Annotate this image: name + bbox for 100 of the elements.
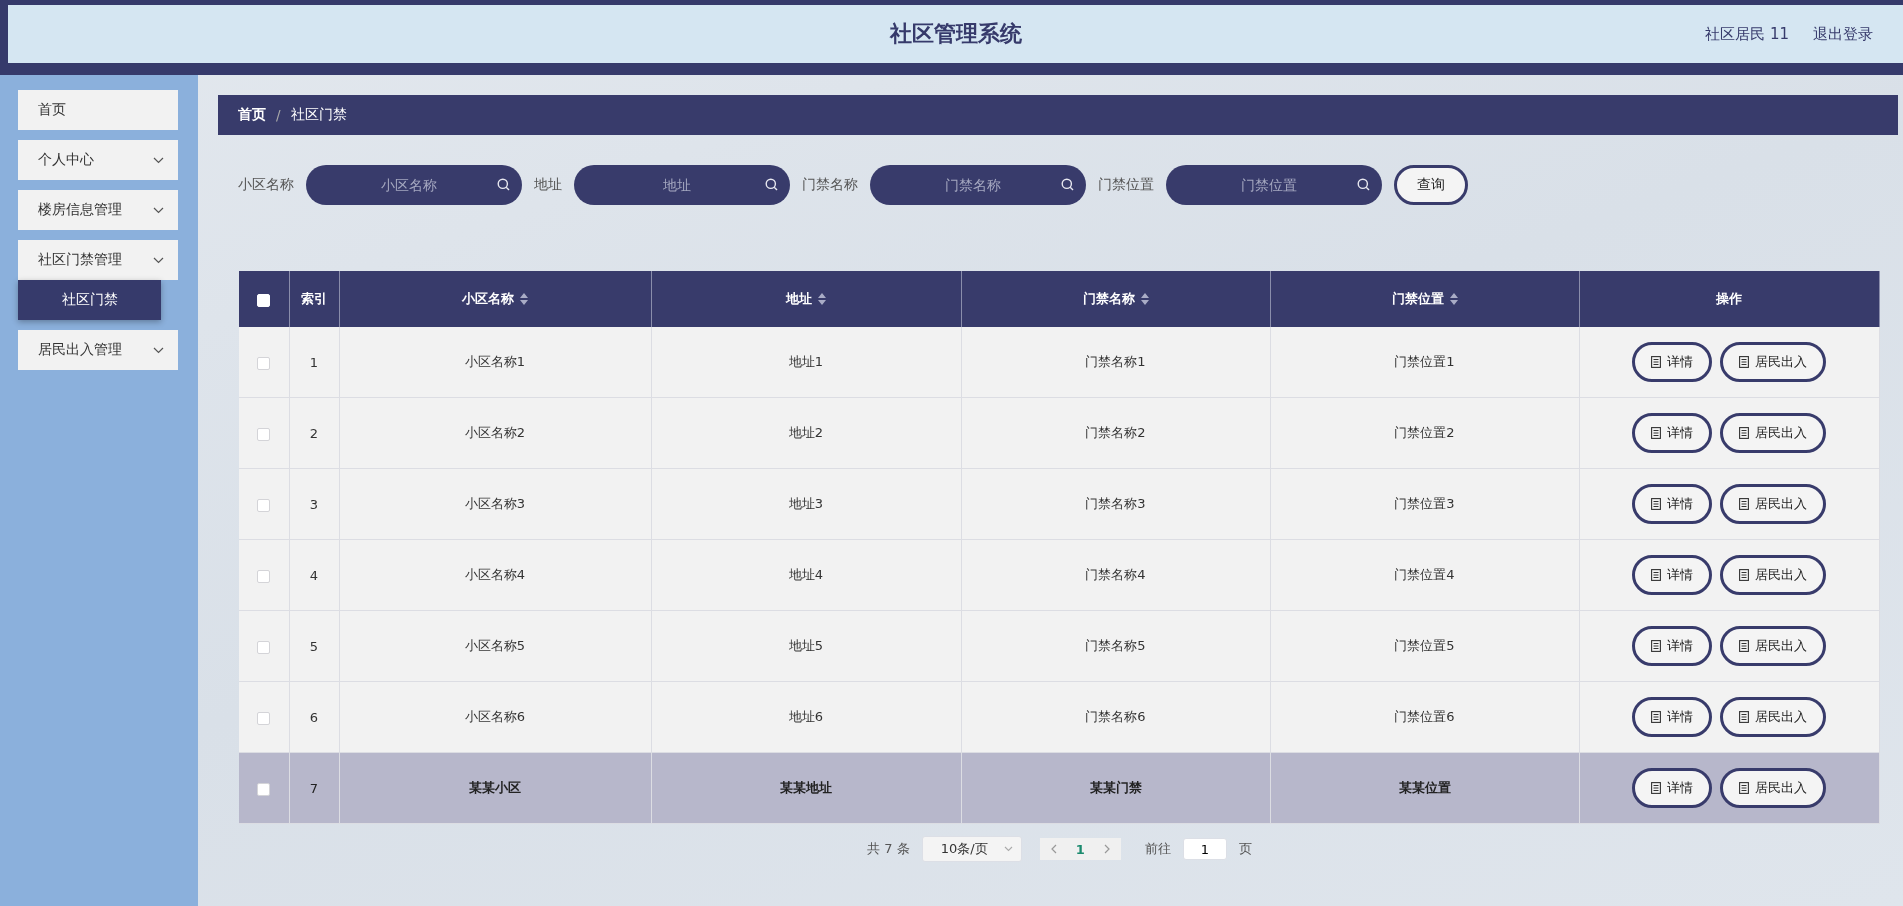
breadcrumb-item[interactable]: 社区门禁 [290, 106, 347, 124]
document-icon [1739, 569, 1750, 581]
search-field[interactable]: 地址 [574, 165, 790, 205]
table-cell: 1 [289, 327, 339, 398]
menu-item[interactable]: 社区门禁管理 [18, 240, 178, 280]
column-header: 索引 [301, 290, 327, 308]
action-button[interactable]: 详情 [1632, 626, 1713, 666]
table-cell: 地址1 [651, 327, 961, 398]
sort-icon[interactable] [1140, 293, 1149, 305]
page-number[interactable]: 1 [1075, 841, 1085, 857]
action-button[interactable]: 详情 [1632, 768, 1713, 808]
action-button[interactable]: 居民出入 [1720, 555, 1827, 595]
table-cell: 门禁位置5 [1270, 610, 1579, 682]
sort-icon[interactable] [520, 293, 528, 305]
document-icon [1739, 711, 1750, 723]
table-cell: 小区名称2 [339, 397, 651, 469]
table-cell: 6 [289, 681, 339, 753]
document-icon [1651, 711, 1662, 723]
search-field[interactable]: 门禁位置 [1166, 165, 1382, 205]
search-label: 小区名称 [238, 176, 294, 194]
action-button[interactable]: 居民出入 [1720, 697, 1827, 737]
menu-item[interactable]: 个人中心 [18, 140, 178, 180]
document-icon [1651, 356, 1662, 368]
document-icon [1739, 640, 1750, 652]
search-icon [1061, 178, 1074, 191]
table-cell: 门禁名称1 [961, 327, 1270, 398]
table-cell: 地址2 [651, 397, 961, 469]
search-field[interactable]: 小区名称 [306, 165, 522, 205]
sort-icon[interactable] [818, 293, 826, 305]
table-cell: 2 [289, 397, 339, 469]
table-cell: 门禁名称2 [961, 397, 1270, 469]
table-cell: 小区名称3 [339, 468, 651, 540]
menu-label: 居民出入管理 [38, 341, 122, 359]
menu-label: 个人中心 [38, 151, 94, 169]
row-checkbox[interactable] [257, 640, 271, 654]
document-icon [1739, 498, 1750, 510]
search-button[interactable]: 查询 [1394, 165, 1468, 205]
breadcrumb-item[interactable]: 首页 [238, 106, 266, 124]
column-header: 地址 [786, 290, 812, 308]
next-page-icon[interactable] [1102, 844, 1111, 854]
document-icon [1651, 782, 1662, 794]
column-header: 小区名称 [462, 290, 514, 308]
table-cell: 门禁位置6 [1270, 681, 1579, 753]
column-header: 门禁位置 [1391, 290, 1444, 308]
table-cell: 小区名称4 [339, 539, 651, 611]
action-button[interactable]: 详情 [1632, 342, 1713, 382]
table-cell: 某某小区 [339, 752, 651, 824]
breadcrumb-separator: / [276, 107, 281, 123]
menu-item[interactable]: 首页 [18, 90, 178, 130]
goto-page-field[interactable]: 1 [1182, 838, 1227, 860]
row-checkbox[interactable] [257, 782, 271, 796]
page-size-select[interactable]: 10条/页 [921, 836, 1022, 862]
document-icon [1651, 427, 1662, 439]
submenu-item[interactable]: 社区门禁 [18, 280, 161, 320]
action-button[interactable]: 居民出入 [1720, 484, 1827, 524]
column-header: 门禁名称 [1082, 290, 1135, 308]
table-cell: 某某位置 [1270, 752, 1579, 824]
previous-page-icon[interactable] [1049, 844, 1058, 854]
action-button[interactable]: 居民出入 [1720, 626, 1827, 666]
chevron-icon [153, 206, 164, 214]
action-button[interactable]: 居民出入 [1720, 413, 1827, 453]
table-cell: 门禁位置2 [1270, 397, 1579, 469]
chevron-icon [153, 346, 164, 354]
chevron-icon [153, 156, 164, 164]
table-cell: 门禁名称5 [961, 610, 1270, 682]
search-label: 门禁名称 [802, 176, 858, 194]
search-field[interactable]: 门禁名称 [870, 165, 1086, 205]
sort-icon[interactable] [1449, 293, 1458, 305]
select-all-checkbox[interactable] [257, 293, 271, 307]
document-icon [1739, 427, 1750, 439]
table-cell: 门禁名称3 [961, 468, 1270, 540]
document-icon [1739, 782, 1750, 794]
table-cell: 7 [289, 752, 339, 824]
row-checkbox[interactable] [257, 356, 271, 370]
app-title: 社区管理系统 [889, 20, 1022, 48]
menu-item[interactable]: 居民出入管理 [18, 330, 178, 370]
table-cell: 地址6 [651, 681, 961, 753]
action-button[interactable]: 详情 [1632, 413, 1713, 453]
logout-link[interactable]: 退出登录 [1813, 24, 1873, 44]
table-cell: 门禁名称4 [961, 539, 1270, 611]
menu-label: 社区门禁管理 [38, 251, 122, 269]
action-button[interactable]: 详情 [1632, 555, 1713, 595]
row-checkbox[interactable] [257, 569, 271, 583]
row-checkbox[interactable] [257, 427, 271, 441]
row-checkbox[interactable] [257, 711, 271, 725]
search-icon [765, 178, 778, 191]
action-button[interactable]: 详情 [1632, 484, 1713, 524]
search-icon [1357, 178, 1370, 191]
goto-label: 前往 [1144, 840, 1171, 858]
column-header: 操作 [1716, 290, 1743, 308]
action-button[interactable]: 详情 [1632, 697, 1713, 737]
table-cell: 地址3 [651, 468, 961, 540]
action-button[interactable]: 居民出入 [1720, 768, 1827, 808]
menu-item[interactable]: 楼房信息管理 [18, 190, 178, 230]
dropdown-icon [1003, 846, 1013, 852]
action-button[interactable]: 居民出入 [1720, 342, 1827, 382]
document-icon [1739, 356, 1750, 368]
row-checkbox[interactable] [257, 498, 271, 512]
table-cell: 小区名称1 [339, 327, 651, 398]
document-icon [1651, 640, 1662, 652]
